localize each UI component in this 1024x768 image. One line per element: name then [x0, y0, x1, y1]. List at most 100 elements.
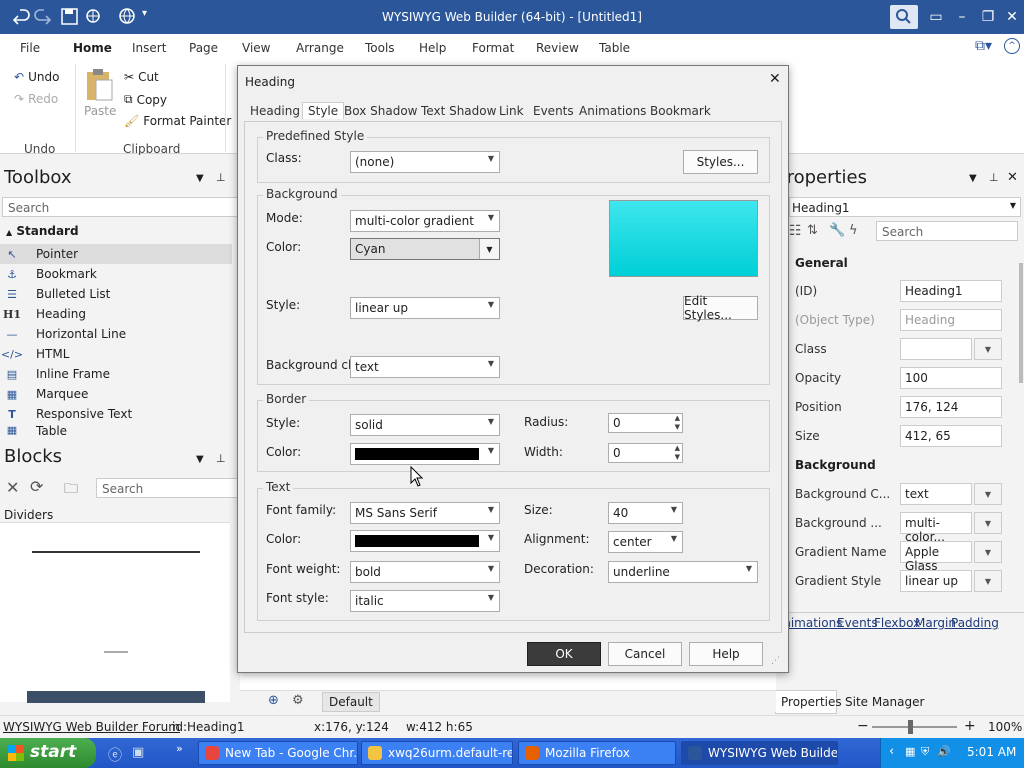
tab-box-shadow[interactable]: Box Shadow: [344, 104, 417, 118]
minimize-button[interactable]: –: [948, 0, 976, 34]
menu-format[interactable]: Format: [472, 41, 514, 55]
prop-class[interactable]: Class ▼: [795, 338, 1015, 360]
scrollbar-thumb[interactable]: [1019, 263, 1023, 383]
tab-style[interactable]: Style: [302, 102, 345, 119]
border-style-select[interactable]: solid ▼: [350, 414, 500, 436]
ok-button[interactable]: OK: [527, 642, 601, 666]
wrench-icon[interactable]: 🔧: [829, 223, 845, 238]
network-icon[interactable]: ▦: [905, 745, 915, 758]
menu-view[interactable]: View: [242, 41, 270, 55]
copy-button[interactable]: ⧉ Copy: [124, 92, 167, 107]
refresh-icon[interactable]: ⟳: [30, 477, 43, 496]
task-firefox[interactable]: Mozilla Firefox: [518, 741, 676, 765]
paste-label[interactable]: Paste: [84, 104, 116, 118]
menu-table[interactable]: Table: [599, 41, 630, 55]
text-color-select[interactable]: ▼: [350, 530, 500, 552]
collapse-ribbon-icon[interactable]: ^: [1004, 38, 1020, 54]
layout-icon[interactable]: ⧉▾: [975, 38, 992, 54]
zoom-slider[interactable]: [872, 720, 957, 734]
tab-text-shadow[interactable]: Text Shadow: [421, 104, 496, 118]
prop-id[interactable]: (ID) Heading1: [795, 280, 1015, 302]
zoom-slider-thumb[interactable]: [908, 720, 913, 734]
tab-default[interactable]: Default: [322, 692, 380, 712]
redo-button[interactable]: ↷ Redo: [14, 92, 58, 106]
show-desktop-icon[interactable]: ▣: [132, 745, 144, 760]
sort-icon[interactable]: ⇅: [807, 223, 818, 238]
font-weight-select[interactable]: bold ▼: [350, 561, 500, 583]
forum-link[interactable]: WYSIWYG Web Builder Forum: [3, 720, 180, 734]
events-icon[interactable]: ϟ: [849, 223, 858, 238]
toolbox-item-responsive-text[interactable]: T Responsive Text: [0, 404, 232, 424]
prop-background-clip[interactable]: Background C... text ▼: [795, 483, 1015, 505]
toolbox-search-input[interactable]: Search: [2, 197, 238, 217]
menu-review[interactable]: Review: [536, 41, 579, 55]
security-icon[interactable]: ⛨: [921, 745, 929, 759]
format-painter-button[interactable]: 🖌 Format Painter: [124, 114, 231, 128]
tab-heading[interactable]: Heading: [250, 104, 300, 118]
font-family-select[interactable]: MS Sans Serif ▼: [350, 502, 500, 524]
quicklaunch-more-icon[interactable]: »: [176, 742, 183, 755]
toolbox-item-marquee[interactable]: ▦ Marquee: [0, 384, 232, 404]
border-color-select[interactable]: ▼: [350, 443, 500, 465]
menu-insert[interactable]: Insert: [132, 41, 166, 55]
tab-link[interactable]: Link: [499, 104, 524, 118]
style-select[interactable]: linear up ▼: [350, 297, 500, 319]
tab-properties[interactable]: Properties: [775, 690, 842, 714]
panel-menu-icon[interactable]: ▼: [969, 173, 977, 184]
task-wysiwyg[interactable]: WYSIWYG Web Builde...: [681, 741, 838, 765]
close-icon[interactable]: ✕: [1007, 170, 1018, 185]
search-button[interactable]: [890, 5, 918, 29]
ie-icon[interactable]: ⓔ: [108, 745, 122, 765]
folder-icon[interactable]: 🗀: [64, 478, 78, 502]
add-page-icon[interactable]: ⊕: [268, 693, 279, 708]
toolbox-item-table[interactable]: ▦ Table: [0, 424, 232, 435]
dialog-close-icon[interactable]: ✕: [769, 71, 781, 87]
menu-arrange[interactable]: Arrange: [296, 41, 344, 55]
toolbox-item-heading[interactable]: H1 Heading: [0, 304, 232, 324]
spinner-icon[interactable]: ▲ ▼: [675, 414, 680, 432]
pin-icon[interactable]: ⊥: [216, 452, 226, 465]
object-selector[interactable]: Heading1 ▼: [789, 197, 1021, 217]
decoration-select[interactable]: underline ▼: [608, 561, 758, 583]
styles-button[interactable]: Styles...: [683, 150, 758, 174]
toolbox-item-pointer[interactable]: ↖ Pointer: [0, 244, 232, 264]
prop-opacity[interactable]: Opacity 100: [795, 367, 1015, 389]
volume-icon[interactable]: 🔊: [937, 745, 951, 758]
task-chrome[interactable]: New Tab - Google Chr...: [198, 741, 358, 765]
toolbox-item-bookmark[interactable]: ⚓ Bookmark: [0, 264, 232, 284]
menu-tools[interactable]: Tools: [365, 41, 395, 55]
prop-background-mode[interactable]: Background ... multi-color... ▼: [795, 512, 1015, 544]
cancel-button[interactable]: Cancel: [608, 642, 682, 666]
prop-size[interactable]: Size 412, 65: [795, 425, 1015, 447]
link-margin[interactable]: Margin: [915, 616, 956, 630]
undo-button[interactable]: ↶ Undo: [14, 70, 59, 84]
edit-styles-button[interactable]: Edit Styles...: [683, 294, 758, 322]
radius-input[interactable]: 0 ▲ ▼: [608, 413, 683, 433]
size-select[interactable]: 40 ▼: [608, 502, 683, 524]
spinner-icon[interactable]: ▲ ▼: [675, 444, 680, 462]
zoom-in-icon[interactable]: +: [964, 718, 976, 734]
menu-home[interactable]: Home: [73, 41, 112, 55]
tab-events[interactable]: Events: [533, 104, 574, 118]
link-events[interactable]: Events: [837, 616, 878, 630]
page-settings-icon[interactable]: ⚙: [292, 693, 304, 708]
class-select[interactable]: (none) ▼: [350, 151, 500, 173]
tray-arrow-icon[interactable]: ‹: [889, 744, 894, 759]
close-icon[interactable]: ✕: [6, 478, 19, 497]
close-button[interactable]: ✕: [998, 0, 1024, 34]
blocks-search-input[interactable]: Search: [96, 478, 238, 498]
paste-icon[interactable]: [84, 68, 114, 102]
width-input[interactable]: 0 ▲ ▼: [608, 443, 683, 463]
cut-button[interactable]: ✂ Cut: [124, 70, 159, 84]
mode-select[interactable]: multi-color gradient ▼: [350, 210, 500, 232]
panel-menu-icon[interactable]: ▼: [196, 173, 204, 184]
blocks-preview[interactable]: [0, 522, 230, 703]
link-padding[interactable]: Padding: [951, 616, 999, 630]
toolbox-item-inline-frame[interactable]: ▤ Inline Frame: [0, 364, 232, 384]
chevron-down-icon[interactable]: ▼: [974, 512, 1002, 534]
help-button[interactable]: Help: [689, 642, 763, 666]
resize-grip-icon[interactable]: ⋰: [771, 656, 780, 666]
prop-position[interactable]: Position 176, 124: [795, 396, 1015, 418]
menu-page[interactable]: Page: [189, 41, 218, 55]
toolbox-category[interactable]: ▲ Standard: [6, 224, 79, 238]
